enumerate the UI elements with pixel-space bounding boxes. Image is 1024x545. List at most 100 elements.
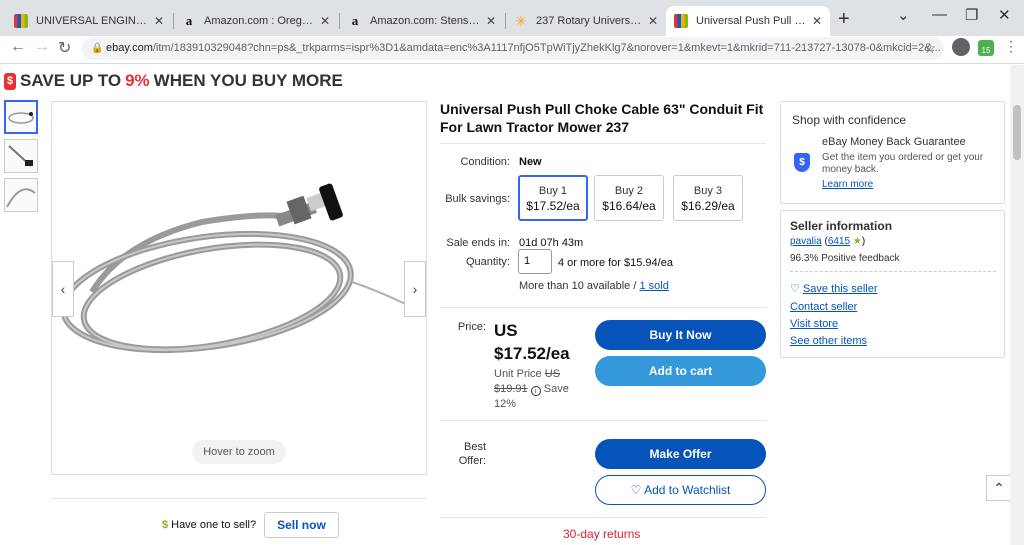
star-icon: ★: [852, 236, 862, 247]
divider: [440, 420, 766, 421]
divider: [440, 143, 766, 144]
dollar-icon: $: [162, 519, 169, 531]
bulk-option-price: $16.64/ea: [602, 199, 656, 213]
banner-percent: 9%: [125, 71, 150, 90]
visit-store-link[interactable]: Visit store: [790, 318, 838, 330]
amazon-icon: a: [185, 13, 193, 28]
make-offer-button[interactable]: Make Offer: [595, 439, 766, 469]
thumbnail-2[interactable]: [4, 139, 38, 173]
buy-it-now-button[interactable]: Buy It Now: [595, 320, 766, 350]
divider: [790, 271, 996, 272]
lock-icon: 🔒: [91, 43, 104, 54]
tab-ebay-choke-active[interactable]: Universal Push Pull Choke Ca ✕: [666, 6, 830, 36]
availability: More than 10 available / 1 sold: [519, 280, 669, 292]
returns-policy: 30-day returns: [563, 527, 641, 541]
sell-prompt: Have one to sell?: [171, 519, 257, 531]
old-price-prefix: US: [544, 368, 561, 380]
heart-icon: ♡: [790, 283, 800, 295]
address-bar[interactable]: 🔒 ebay.com/itm/183910329048?chn=ps&_trkp…: [82, 37, 944, 60]
reload-icon[interactable]: ↻: [58, 38, 71, 58]
hover-to-zoom-label: Hover to zoom: [192, 440, 286, 464]
new-tab-button[interactable]: +: [838, 8, 850, 31]
quantity-deal: 4 or more for $15.94/ea: [558, 257, 673, 269]
guarantee-desc: Get the item you ordered or get your mon…: [822, 152, 984, 175]
ebay-bag-icon: [674, 14, 688, 28]
product-title: Universal Push Pull Choke Cable 63" Cond…: [440, 101, 764, 135]
browser-menu-icon[interactable]: ⋮: [1004, 38, 1018, 55]
url-host: ebay.com: [106, 42, 153, 54]
choke-cable-image: [60, 183, 423, 354]
info-icon[interactable]: i: [530, 386, 541, 396]
forward-icon[interactable]: →: [34, 38, 50, 56]
watchlist-label: Add to Watchlist: [644, 483, 731, 497]
positive-feedback: 96.3% Positive feedback: [790, 253, 900, 264]
tab-walmart-rotary[interactable]: ✳ 237 Rotary Universal Push Pu ✕: [506, 6, 666, 36]
condition-label: Condition:: [460, 156, 510, 168]
add-to-cart-button[interactable]: Add to cart: [595, 356, 766, 386]
close-icon[interactable]: ✕: [648, 14, 658, 28]
scrollbar-thumb[interactable]: [1013, 105, 1021, 160]
bulk-option-buy-3[interactable]: Buy 3 $16.29/ea: [673, 175, 743, 221]
gallery-thumbnails: [4, 100, 38, 217]
back-icon[interactable]: ←: [10, 38, 26, 56]
quantity-label: Quantity:: [465, 256, 510, 268]
extension-badge: 15: [981, 46, 991, 55]
bulk-option-buy-2[interactable]: Buy 2 $16.64/ea: [594, 175, 664, 221]
bookmark-star-icon[interactable]: ☆: [923, 37, 936, 60]
seller-rating-link[interactable]: 6415: [828, 236, 850, 247]
old-price: $19.91: [494, 383, 528, 395]
divider: [51, 498, 427, 499]
close-icon[interactable]: ✕: [812, 14, 822, 28]
seller-name-row: pavalia (6415 ★): [790, 236, 866, 247]
window-close-icon[interactable]: ✕: [998, 6, 1011, 24]
quantity-input[interactable]: 1: [518, 249, 552, 274]
confidence-title: Shop with confidence: [792, 113, 907, 127]
best-offer-label: Best Offer:: [458, 441, 486, 467]
divider: [440, 307, 766, 308]
main-product-image[interactable]: ‹ › Hover to zoom: [51, 101, 427, 475]
learn-more-link[interactable]: Learn more: [822, 179, 873, 190]
gallery-next-arrow[interactable]: ›: [404, 261, 426, 317]
have-one-to-sell: $ Have one to sell? Sell now: [162, 512, 339, 538]
bulk-option-label: Buy 1: [538, 185, 568, 197]
availability-text: More than 10 available /: [519, 280, 637, 292]
bulk-option-price: $16.29/ea: [681, 199, 735, 213]
back-to-top-icon[interactable]: ⌃: [986, 475, 1010, 501]
seller-info-card: Seller information pavalia (6415 ★) 96.3…: [780, 210, 1005, 358]
bulk-save-banner: $ SAVE UP TO 9% WHEN YOU BUY MORE: [4, 71, 343, 91]
sell-now-button[interactable]: Sell now: [264, 512, 339, 538]
tab-universal-engine-choke[interactable]: UNIVERSAL ENGINE CHOKE S ✕: [6, 6, 172, 36]
price-currency: US: [494, 321, 518, 340]
save-seller-link[interactable]: Save this seller: [803, 283, 878, 295]
price-label: Price:: [457, 321, 486, 333]
gallery-prev-arrow[interactable]: ‹: [52, 261, 74, 317]
close-icon[interactable]: ✕: [486, 14, 496, 28]
bulk-option-buy-1[interactable]: Buy 1 $17.52/ea: [518, 175, 588, 221]
shield-check-icon: $: [794, 153, 810, 172]
restore-icon[interactable]: ❐: [965, 6, 978, 24]
bulk-option-label: Buy 3: [693, 185, 723, 197]
extension-icon[interactable]: 15: [978, 40, 994, 56]
thumbnail-3[interactable]: [4, 178, 38, 212]
seller-name-link[interactable]: pavalia: [790, 236, 822, 247]
sold-count-link[interactable]: 1 sold: [639, 280, 668, 292]
tab-amazon-stens[interactable]: a Amazon.com: Stens 290-631 ✕: [340, 6, 504, 36]
sale-countdown: 01d 07h 43m: [519, 237, 584, 249]
close-icon[interactable]: ✕: [154, 14, 164, 28]
browser-toolbar: ← → ↻ 🔒 ebay.com/itm/183910329048?chn=ps…: [0, 36, 1024, 64]
see-other-items-link[interactable]: See other items: [790, 335, 867, 347]
save-seller-row[interactable]: ♡ Save this seller: [790, 282, 878, 295]
banner-suffix: WHEN YOU BUY MORE: [153, 71, 343, 90]
seller-info-title: Seller information: [790, 219, 893, 233]
unit-price-info: Unit Price US $19.91 i Save 12%: [494, 367, 586, 412]
minimize-icon[interactable]: —: [932, 6, 947, 23]
close-icon[interactable]: ✕: [320, 14, 330, 28]
guarantee-title: eBay Money Back Guarantee: [822, 136, 966, 148]
add-to-watchlist-button[interactable]: ♡ Add to Watchlist: [595, 475, 766, 505]
profile-avatar-icon[interactable]: [952, 38, 970, 56]
thumbnail-1[interactable]: [4, 100, 38, 134]
contact-seller-link[interactable]: Contact seller: [790, 301, 857, 313]
page-scrollbar[interactable]: [1010, 65, 1024, 545]
tab-search-icon[interactable]: ⌄: [897, 6, 910, 24]
tab-amazon-oregon[interactable]: a Amazon.com : Oregon 60-03 ✕: [174, 6, 338, 36]
